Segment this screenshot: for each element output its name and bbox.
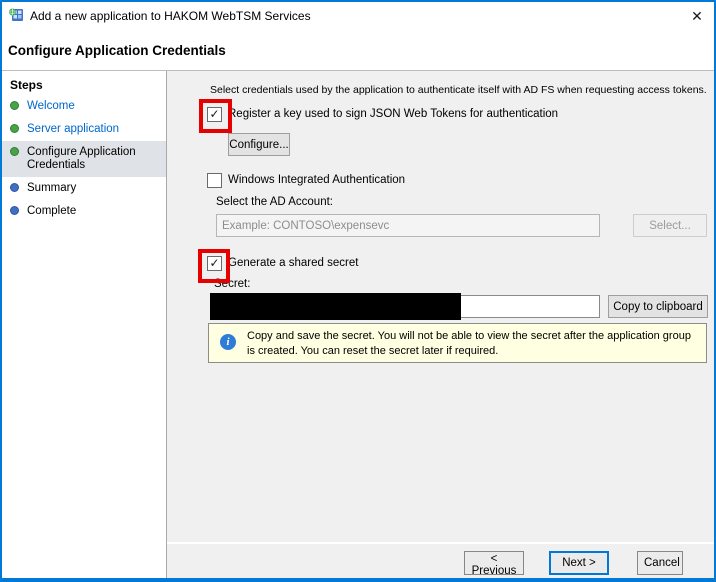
info-icon: i: [220, 334, 236, 350]
wia-checkbox[interactable]: [207, 173, 222, 188]
close-icon[interactable]: ✕: [680, 2, 714, 30]
select-account-button: Select...: [633, 214, 707, 237]
step-label: Configure Application Credentials: [27, 146, 158, 172]
sidebar-step-summary: Summary: [2, 177, 166, 200]
step-status-dot: [10, 101, 19, 110]
footer-bar: [167, 544, 714, 578]
jwt-checkbox-label: Register a key used to sign JSON Web Tok…: [228, 108, 558, 120]
secret-redaction: [210, 293, 461, 320]
sidebar-step-welcome[interactable]: Welcome: [2, 95, 166, 118]
configure-button[interactable]: Configure...: [228, 133, 290, 156]
shared-secret-checkbox-label: Generate a shared secret: [228, 257, 358, 269]
wia-checkbox-label: Windows Integrated Authentication: [228, 174, 405, 186]
next-button[interactable]: Next >: [549, 551, 609, 575]
step-label: Server application: [27, 123, 119, 136]
annotation-box-jwt: [199, 99, 232, 133]
step-label: Summary: [27, 182, 76, 195]
previous-button[interactable]: < Previous: [464, 551, 524, 575]
sidebar-step-server-application[interactable]: Server application: [2, 118, 166, 141]
intro-text: Select credentials used by the applicati…: [210, 84, 707, 96]
annotation-box-secret: [198, 249, 230, 283]
step-label: Welcome: [27, 100, 75, 113]
steps-list: Welcome Server application Configure Appli…: [2, 95, 166, 223]
copy-to-clipboard-button[interactable]: Copy to clipboard: [608, 295, 708, 318]
secret-info-text: Copy and save the secret. You will not b…: [247, 329, 699, 358]
secret-info-box: i Copy and save the secret. You will not…: [208, 323, 707, 363]
wizard-window: Add a new application to HAKOM WebTSM Se…: [0, 0, 716, 582]
steps-heading: Steps: [2, 71, 166, 95]
step-status-dot: [10, 124, 19, 133]
sidebar-step-configure-application-credentials: Configure Application Credentials: [2, 141, 166, 177]
steps-sidebar: Steps Welcome Server application Configure…: [2, 71, 166, 578]
ad-account-label: Select the AD Account:: [216, 196, 333, 208]
page-title: Configure Application Credentials: [8, 43, 226, 58]
step-status-dot: [10, 147, 19, 156]
ad-account-input: [216, 214, 600, 237]
app-icon: [8, 7, 24, 23]
title-bar: Add a new application to HAKOM WebTSM Se…: [2, 2, 714, 30]
step-label: Complete: [27, 205, 76, 218]
step-status-dot: [10, 206, 19, 215]
step-status-dot: [10, 183, 19, 192]
sidebar-step-complete: Complete: [2, 200, 166, 223]
cancel-button[interactable]: Cancel: [637, 551, 683, 575]
window-title: Add a new application to HAKOM WebTSM Se…: [30, 9, 311, 23]
